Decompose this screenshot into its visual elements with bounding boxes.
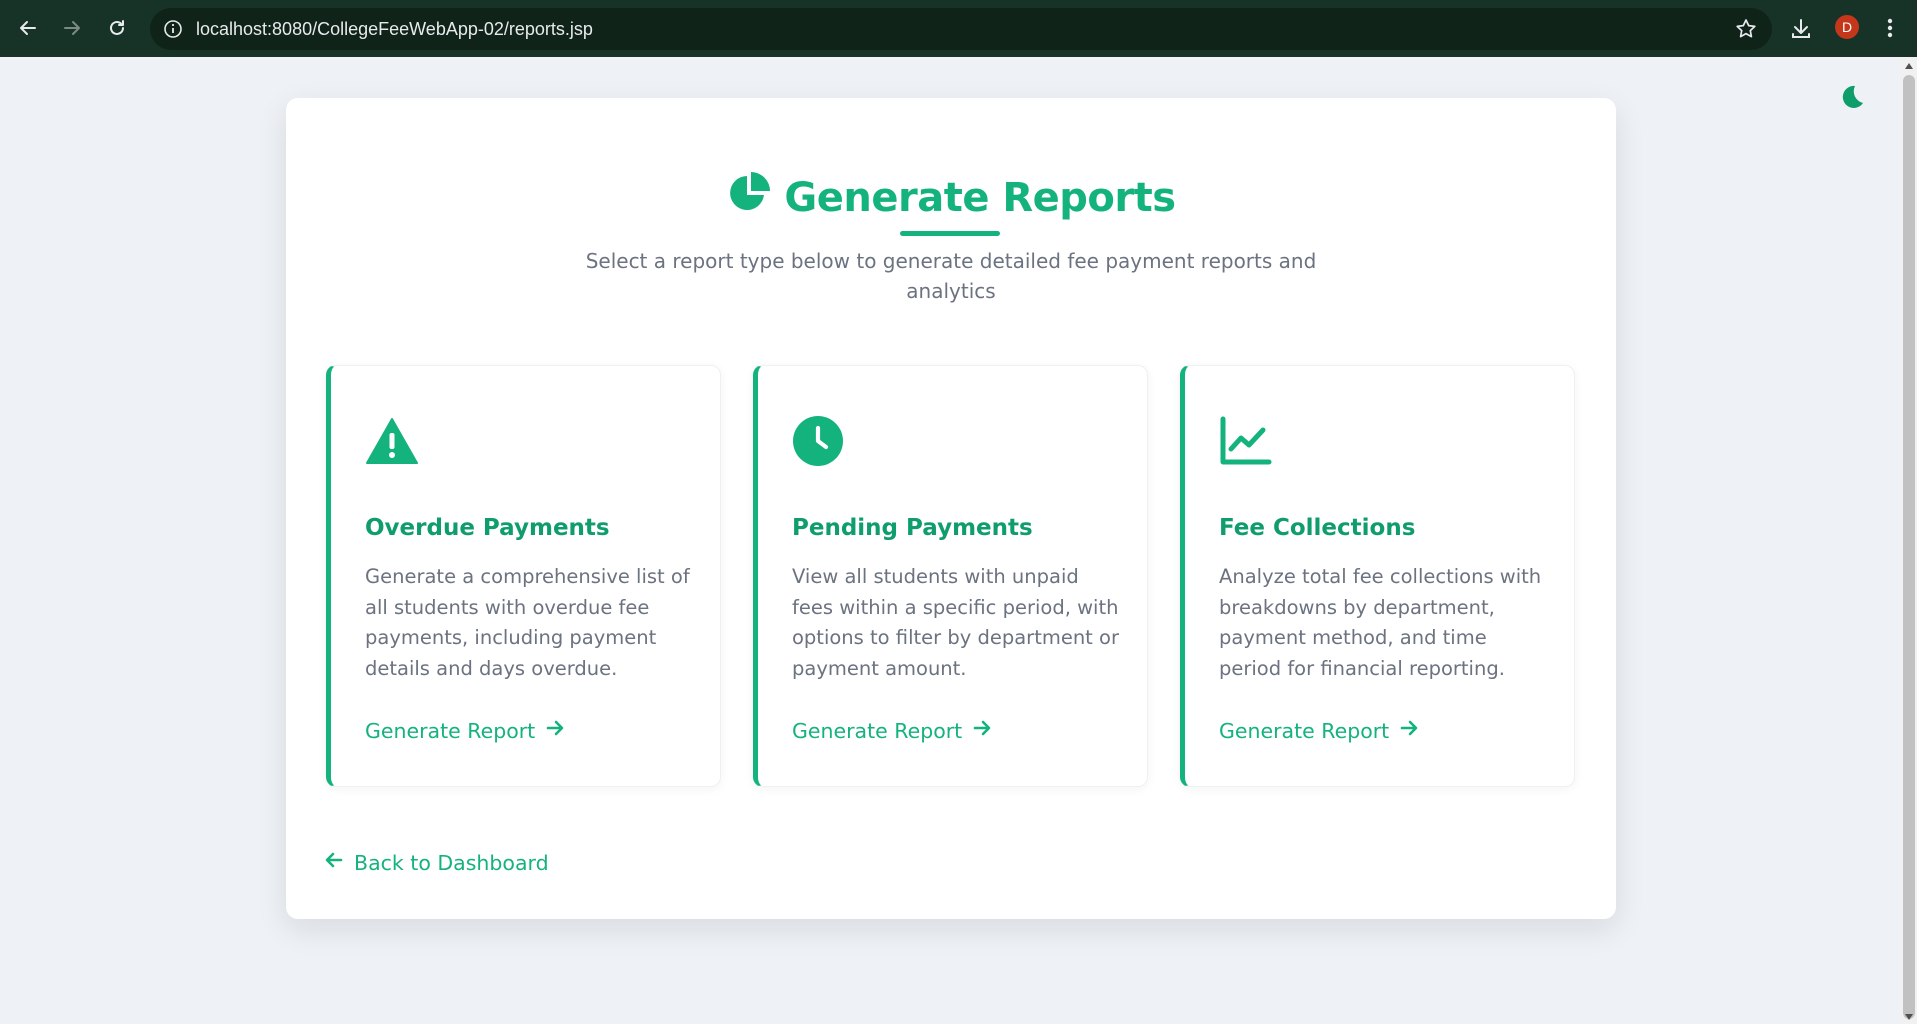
report-card-collections[interactable]: Fee Collections Analyze total fee collec… [1180,365,1575,787]
url-text[interactable]: localhost:8080/CollegeFeeWebApp-02/repor… [196,19,593,40]
generate-report-link[interactable]: Generate Report [1219,718,1419,743]
reload-icon[interactable] [103,14,131,42]
title-underline [900,231,1000,236]
scroll-down-arrow-icon[interactable] [1905,1014,1913,1020]
star-icon[interactable] [1734,17,1758,41]
warning-triangle-icon [365,416,419,466]
download-icon[interactable] [1788,16,1814,42]
forward-arrow-icon[interactable] [58,14,86,42]
report-card-overdue[interactable]: Overdue Payments Generate a comprehensiv… [326,365,721,787]
page-subtitle: Select a report type below to generate d… [585,249,1317,303]
info-icon[interactable] [162,18,184,40]
back-arrow-icon[interactable] [14,14,42,42]
report-title: Overdue Payments [365,515,610,541]
report-title: Fee Collections [1219,515,1416,541]
address-bar[interactable]: localhost:8080/CollegeFeeWebApp-02/repor… [150,8,1772,50]
arrow-right-icon [545,718,565,743]
back-to-dashboard-link[interactable]: Back to Dashboard [324,850,549,875]
report-description: Analyze total fee collections with break… [1219,565,1542,680]
page-title: Generate Reports [784,175,1176,221]
report-card-pending[interactable]: Pending Payments View all students with … [753,365,1148,787]
arrow-right-icon [1399,718,1419,743]
scroll-thumb[interactable] [1903,75,1915,1019]
pie-chart-icon [726,170,772,226]
generate-report-link[interactable]: Generate Report [365,718,565,743]
report-title: Pending Payments [792,515,1033,541]
moon-icon[interactable] [1836,82,1866,112]
line-chart-icon [1219,416,1273,466]
back-to-dashboard-label[interactable]: Back to Dashboard [354,851,549,875]
generate-report-label[interactable]: Generate Report [365,719,535,743]
report-description: View all students with unpaid fees withi… [792,565,1119,680]
kebab-menu-icon[interactable] [1882,15,1898,41]
report-description: Generate a comprehensive list of all stu… [365,565,690,680]
generate-report-label[interactable]: Generate Report [1219,719,1389,743]
scroll-up-arrow-icon[interactable] [1905,63,1913,69]
generate-report-link[interactable]: Generate Report [792,718,992,743]
browser-toolbar: localhost:8080/CollegeFeeWebApp-02/repor… [0,0,1917,57]
arrow-left-icon [324,850,344,875]
page-scrollbar[interactable] [1901,57,1917,1024]
generate-report-label[interactable]: Generate Report [792,719,962,743]
page-heading: Generate Reports [286,170,1616,226]
clock-icon [792,416,846,466]
arrow-right-icon [972,718,992,743]
profile-avatar[interactable]: D [1835,15,1859,39]
reports-panel: Generate Reports Select a report type be… [286,98,1616,919]
